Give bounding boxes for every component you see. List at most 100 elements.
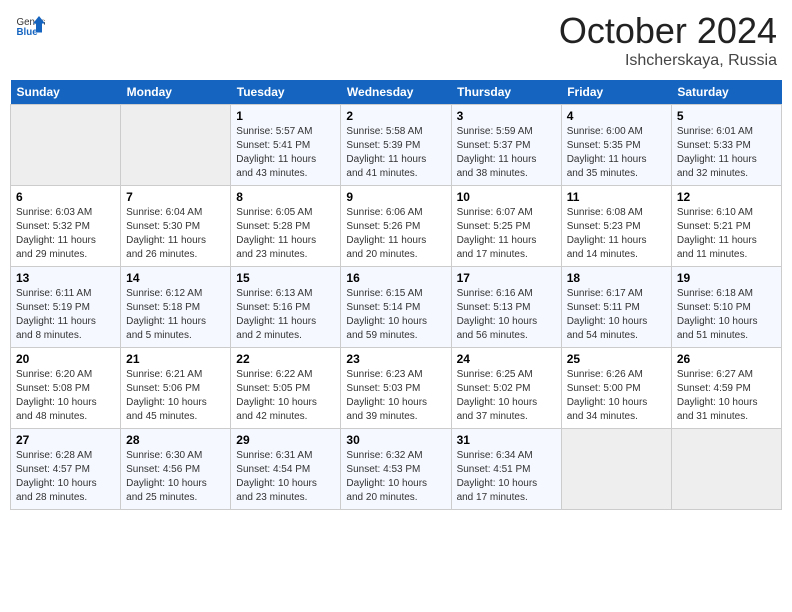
calendar-cell (561, 429, 671, 510)
day-info: Sunrise: 6:06 AMSunset: 5:26 PMDaylight:… (346, 206, 445, 262)
calendar-cell: 30 Sunrise: 6:32 AMSunset: 4:53 PMDayligh… (341, 429, 451, 510)
logo-icon: General Blue (15, 10, 45, 40)
day-info: Sunrise: 5:57 AMSunset: 5:41 PMDaylight:… (236, 125, 335, 181)
day-number: 24 (457, 352, 556, 366)
calendar-cell: 22 Sunrise: 6:22 AMSunset: 5:05 PMDayligh… (231, 348, 341, 429)
calendar-cell: 14 Sunrise: 6:12 AMSunset: 5:18 PMDayligh… (121, 267, 231, 348)
day-number: 14 (126, 271, 225, 285)
day-info: Sunrise: 6:17 AMSunset: 5:11 PMDaylight:… (567, 287, 666, 343)
svg-text:Blue: Blue (17, 27, 39, 38)
day-info: Sunrise: 6:03 AMSunset: 5:32 PMDaylight:… (16, 206, 115, 262)
weekday-row: SundayMondayTuesdayWednesdayThursdayFrid… (11, 80, 782, 105)
month-title: October 2024 (559, 10, 777, 52)
calendar-cell: 4Sunrise: 6:00 AMSunset: 5:35 PMDaylight… (561, 105, 671, 186)
day-number: 6 (16, 190, 115, 204)
day-number: 7 (126, 190, 225, 204)
location: Ishcherskaya, Russia (559, 52, 777, 70)
calendar-cell: 12 Sunrise: 6:10 AMSunset: 5:21 PMDayligh… (671, 186, 781, 267)
calendar-cell: 13Sunrise: 6:11 AMSunset: 5:19 PMDayligh… (11, 267, 121, 348)
day-number: 5 (677, 109, 776, 123)
title-block: October 2024 Ishcherskaya, Russia (559, 10, 777, 70)
day-number: 21 (126, 352, 225, 366)
calendar-cell: 28Sunrise: 6:30 AMSunset: 4:56 PMDayligh… (121, 429, 231, 510)
calendar-cell: 26 Sunrise: 6:27 AMSunset: 4:59 PMDayligh… (671, 348, 781, 429)
day-number: 9 (346, 190, 445, 204)
weekday-header-saturday: Saturday (671, 80, 781, 105)
calendar-cell: 6 Sunrise: 6:03 AMSunset: 5:32 PMDaylight… (11, 186, 121, 267)
day-number: 31 (457, 433, 556, 447)
day-info: Sunrise: 6:12 AMSunset: 5:18 PMDaylight:… (126, 287, 225, 343)
calendar-cell (11, 105, 121, 186)
day-info: Sunrise: 6:07 AMSunset: 5:25 PMDaylight:… (457, 206, 556, 262)
calendar-week-5: 27Sunrise: 6:28 AMSunset: 4:57 PMDayligh… (11, 429, 782, 510)
day-number: 18 (567, 271, 666, 285)
day-number: 4 (567, 109, 666, 123)
calendar-cell: 10 Sunrise: 6:07 AMSunset: 5:25 PMDayligh… (451, 186, 561, 267)
calendar-header: SundayMondayTuesdayWednesdayThursdayFrid… (11, 80, 782, 105)
logo: General Blue (15, 10, 45, 40)
day-info: Sunrise: 6:01 AMSunset: 5:33 PMDaylight:… (677, 125, 776, 181)
day-number: 10 (457, 190, 556, 204)
calendar-cell: 20 Sunrise: 6:20 AMSunset: 5:08 PMDayligh… (11, 348, 121, 429)
day-number: 22 (236, 352, 335, 366)
calendar-cell: 18 Sunrise: 6:17 AMSunset: 5:11 PMDayligh… (561, 267, 671, 348)
day-number: 3 (457, 109, 556, 123)
day-number: 23 (346, 352, 445, 366)
day-number: 28 (126, 433, 225, 447)
day-info: Sunrise: 6:20 AMSunset: 5:08 PMDaylight:… (16, 368, 115, 424)
calendar-cell: 29Sunrise: 6:31 AMSunset: 4:54 PMDayligh… (231, 429, 341, 510)
day-number: 12 (677, 190, 776, 204)
day-info: Sunrise: 6:13 AMSunset: 5:16 PMDaylight:… (236, 287, 335, 343)
day-number: 26 (677, 352, 776, 366)
day-info: Sunrise: 6:27 AMSunset: 4:59 PMDaylight:… (677, 368, 776, 424)
day-info: Sunrise: 6:10 AMSunset: 5:21 PMDaylight:… (677, 206, 776, 262)
calendar-cell: 15 Sunrise: 6:13 AMSunset: 5:16 PMDayligh… (231, 267, 341, 348)
weekday-header-wednesday: Wednesday (341, 80, 451, 105)
calendar-cell: 19Sunrise: 6:18 AMSunset: 5:10 PMDayligh… (671, 267, 781, 348)
day-number: 1 (236, 109, 335, 123)
day-info: Sunrise: 6:32 AMSunset: 4:53 PMDaylight:… (346, 449, 445, 505)
day-info: Sunrise: 6:15 AMSunset: 5:14 PMDaylight:… (346, 287, 445, 343)
weekday-header-monday: Monday (121, 80, 231, 105)
calendar-cell: 16 Sunrise: 6:15 AMSunset: 5:14 PMDayligh… (341, 267, 451, 348)
day-number: 15 (236, 271, 335, 285)
day-info: Sunrise: 6:28 AMSunset: 4:57 PMDaylight:… (16, 449, 115, 505)
calendar-cell: 21 Sunrise: 6:21 AMSunset: 5:06 PMDayligh… (121, 348, 231, 429)
weekday-header-friday: Friday (561, 80, 671, 105)
calendar-week-1: 1 Sunrise: 5:57 AMSunset: 5:41 PMDaylight… (11, 105, 782, 186)
day-info: Sunrise: 6:08 AMSunset: 5:23 PMDaylight:… (567, 206, 666, 262)
calendar-week-2: 6 Sunrise: 6:03 AMSunset: 5:32 PMDaylight… (11, 186, 782, 267)
calendar-cell: 9 Sunrise: 6:06 AMSunset: 5:26 PMDaylight… (341, 186, 451, 267)
weekday-header-thursday: Thursday (451, 80, 561, 105)
day-number: 16 (346, 271, 445, 285)
day-info: Sunrise: 6:11 AMSunset: 5:19 PMDaylight:… (16, 287, 115, 343)
calendar-cell (121, 105, 231, 186)
day-number: 20 (16, 352, 115, 366)
calendar-table: SundayMondayTuesdayWednesdayThursdayFrid… (10, 80, 782, 510)
day-number: 30 (346, 433, 445, 447)
day-number: 17 (457, 271, 556, 285)
day-info: Sunrise: 6:25 AMSunset: 5:02 PMDaylight:… (457, 368, 556, 424)
day-info: Sunrise: 6:05 AMSunset: 5:28 PMDaylight:… (236, 206, 335, 262)
calendar-body: 1 Sunrise: 5:57 AMSunset: 5:41 PMDaylight… (11, 105, 782, 510)
day-number: 19 (677, 271, 776, 285)
day-info: Sunrise: 6:04 AMSunset: 5:30 PMDaylight:… (126, 206, 225, 262)
calendar-cell: 23 Sunrise: 6:23 AMSunset: 5:03 PMDayligh… (341, 348, 451, 429)
day-info: Sunrise: 6:26 AMSunset: 5:00 PMDaylight:… (567, 368, 666, 424)
day-number: 8 (236, 190, 335, 204)
calendar-cell: 3 Sunrise: 5:59 AMSunset: 5:37 PMDaylight… (451, 105, 561, 186)
day-info: Sunrise: 5:59 AMSunset: 5:37 PMDaylight:… (457, 125, 556, 181)
calendar-cell: 1 Sunrise: 5:57 AMSunset: 5:41 PMDaylight… (231, 105, 341, 186)
calendar-week-4: 20 Sunrise: 6:20 AMSunset: 5:08 PMDayligh… (11, 348, 782, 429)
day-info: Sunrise: 6:22 AMSunset: 5:05 PMDaylight:… (236, 368, 335, 424)
day-info: Sunrise: 6:31 AMSunset: 4:54 PMDaylight:… (236, 449, 335, 505)
day-info: Sunrise: 6:23 AMSunset: 5:03 PMDaylight:… (346, 368, 445, 424)
calendar-cell (671, 429, 781, 510)
day-number: 11 (567, 190, 666, 204)
day-info: Sunrise: 6:21 AMSunset: 5:06 PMDaylight:… (126, 368, 225, 424)
calendar-cell: 11 Sunrise: 6:08 AMSunset: 5:23 PMDayligh… (561, 186, 671, 267)
day-info: Sunrise: 5:58 AMSunset: 5:39 PMDaylight:… (346, 125, 445, 181)
calendar-cell: 27Sunrise: 6:28 AMSunset: 4:57 PMDayligh… (11, 429, 121, 510)
calendar-week-3: 13Sunrise: 6:11 AMSunset: 5:19 PMDayligh… (11, 267, 782, 348)
day-number: 25 (567, 352, 666, 366)
